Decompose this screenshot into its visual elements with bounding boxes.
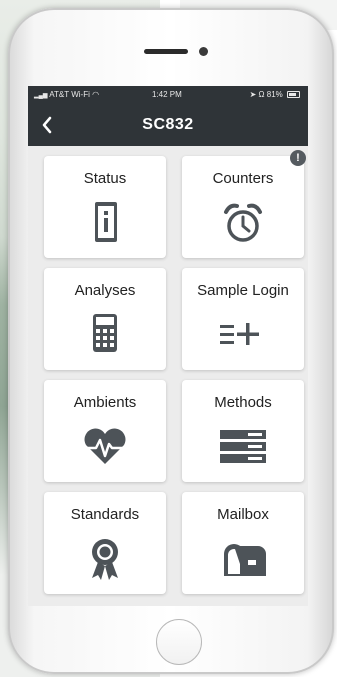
tile-label: Counters [212, 170, 274, 187]
tile-counters[interactable]: Counters [182, 156, 304, 258]
calculator-icon [93, 314, 117, 352]
list-add-icon [220, 323, 259, 345]
battery-status: ➤ Ω 81% [250, 90, 300, 99]
tile-label: Analyses [74, 282, 136, 299]
battery-percent: 81% [266, 90, 283, 99]
status-time: 1:42 PM [152, 90, 182, 99]
headphones-icon: Ω [258, 90, 265, 99]
tile-label: Standards [70, 506, 140, 523]
award-ribbon-icon [92, 539, 118, 580]
tile-label: Sample Login [197, 282, 289, 299]
tile-label: Status [83, 170, 127, 187]
carrier-label: ▂▄▆ AT&T Wi-Fi ◠ [34, 90, 99, 99]
tile-label: Mailbox [217, 506, 269, 523]
alarm-clock-icon [224, 203, 262, 242]
location-icon: ➤ [249, 90, 257, 99]
nav-bar: SC832 [28, 104, 308, 146]
server-rack-icon [220, 430, 266, 463]
tile-mailbox[interactable]: Mailbox [182, 492, 304, 594]
carrier-text: AT&T Wi-Fi [49, 90, 90, 99]
front-camera [199, 47, 208, 56]
tile-analyses[interactable]: Analyses [44, 268, 166, 370]
home-button[interactable] [156, 619, 202, 665]
battery-icon [287, 91, 300, 99]
app-screen: ▂▄▆ AT&T Wi-Fi ◠ 1:42 PM ➤ Ω 81% SC832 S… [28, 86, 308, 606]
tile-standards[interactable]: Standards [44, 492, 166, 594]
wifi-icon: ◠ [92, 90, 100, 99]
mailbox-icon [224, 544, 266, 576]
counters-alert-badge: ! [290, 150, 306, 166]
tile-ambients[interactable]: Ambients [44, 380, 166, 482]
tile-status[interactable]: Status [44, 156, 166, 258]
speaker-grille [144, 49, 188, 54]
tile-label: Methods [214, 394, 272, 411]
tile-label: Ambients [73, 394, 137, 411]
info-document-icon [95, 202, 117, 242]
tile-sample-login[interactable]: Sample Login [182, 268, 304, 370]
signal-icon: ▂▄▆ [34, 93, 48, 99]
status-bar: ▂▄▆ AT&T Wi-Fi ◠ 1:42 PM ➤ Ω 81% [28, 86, 308, 104]
heartbeat-icon [84, 428, 126, 464]
page-title: SC832 [142, 116, 194, 133]
tile-methods[interactable]: Methods [182, 380, 304, 482]
